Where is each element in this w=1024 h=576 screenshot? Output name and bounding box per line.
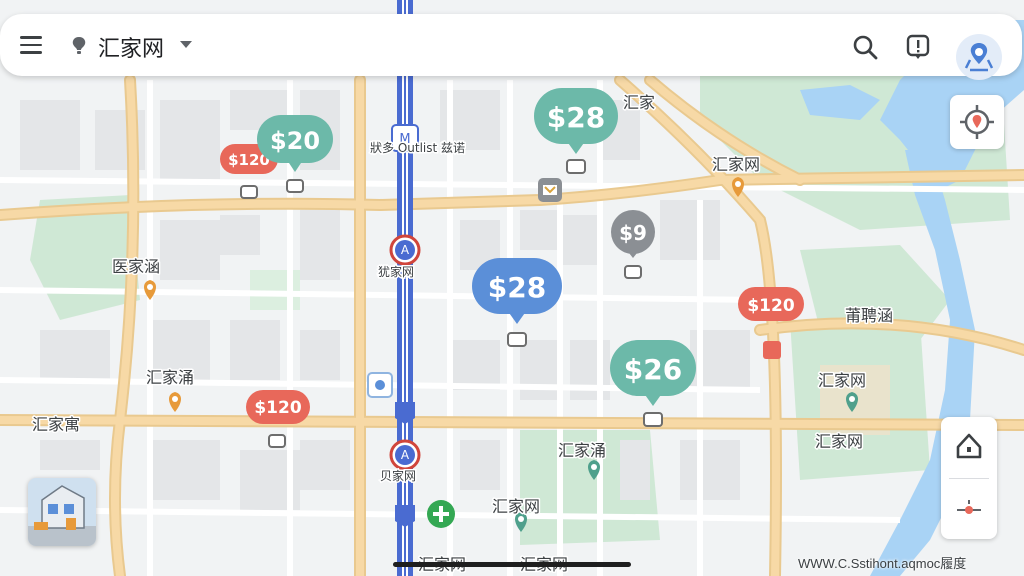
transit-label: 狀多 Outlist 兹诺	[370, 141, 465, 155]
lightbulb-pin-icon	[72, 37, 86, 54]
place-label: 汇家网	[492, 497, 540, 516]
pin-icon	[964, 43, 994, 72]
compass-icon[interactable]	[941, 481, 997, 539]
place-label: 汇家网	[712, 155, 760, 174]
map-controls-panel	[941, 417, 997, 539]
hospital-icon[interactable]	[427, 500, 455, 528]
price-marker[interactable]: $120	[738, 287, 804, 321]
location-avatar-icon[interactable]	[956, 34, 1002, 80]
place-label: 莆聘涵	[845, 306, 893, 325]
place-label: 汇家寓	[32, 415, 80, 434]
street-view-thumbnail[interactable]	[28, 478, 96, 546]
map-attribution: WWW.C.Sstihont.aqmoc履度	[798, 556, 967, 571]
svg-text:$9: $9	[619, 221, 647, 245]
svg-text:$28: $28	[547, 101, 605, 134]
transit-label: 贝家网	[380, 468, 416, 483]
svg-text:$20: $20	[270, 127, 320, 155]
svg-text:$26: $26	[624, 353, 682, 386]
place-label: 医家涵	[112, 257, 160, 276]
poi-pin-icon[interactable]	[763, 341, 781, 359]
menu-icon[interactable]	[20, 36, 42, 54]
map-canvas[interactable]: M A A 汇家 汇家网 医家涵 莆聘涵 汇家网 汇家涌 汇家网 汇家涌 汇家寓…	[0, 0, 1024, 576]
home-icon[interactable]	[941, 417, 997, 475]
home-indicator[interactable]	[393, 562, 631, 567]
transit-label: 犹家网	[378, 264, 414, 279]
place-label: 汇家	[623, 93, 655, 112]
street-view-image	[28, 478, 96, 546]
top-app-bar: 汇家网	[0, 14, 1022, 80]
svg-text:A: A	[401, 243, 410, 257]
crosshair-target-icon	[960, 105, 994, 139]
place-label: 汇家涌	[146, 368, 194, 387]
place-label: 汇家网	[818, 371, 866, 390]
svg-text:$120: $120	[747, 296, 794, 316]
bus-stop-icon[interactable]	[367, 372, 393, 398]
search-icon[interactable]	[852, 34, 878, 60]
station-marker[interactable]: A	[389, 439, 421, 471]
svg-text:A: A	[401, 448, 410, 462]
svg-text:$120: $120	[254, 398, 301, 418]
menu-line	[20, 36, 42, 39]
info-icon[interactable]	[906, 34, 930, 60]
my-location-button[interactable]	[950, 95, 1004, 149]
svg-text:$28: $28	[488, 271, 546, 304]
station-marker[interactable]: A	[389, 234, 421, 266]
menu-line	[20, 43, 42, 46]
shop-icon[interactable]	[538, 178, 562, 202]
place-label: 汇家网	[815, 432, 863, 451]
chevron-down-icon[interactable]	[180, 41, 192, 48]
divider	[949, 478, 989, 479]
menu-line	[20, 51, 42, 54]
app-title: 汇家网	[98, 37, 165, 62]
place-label: 汇家涌	[558, 441, 606, 460]
